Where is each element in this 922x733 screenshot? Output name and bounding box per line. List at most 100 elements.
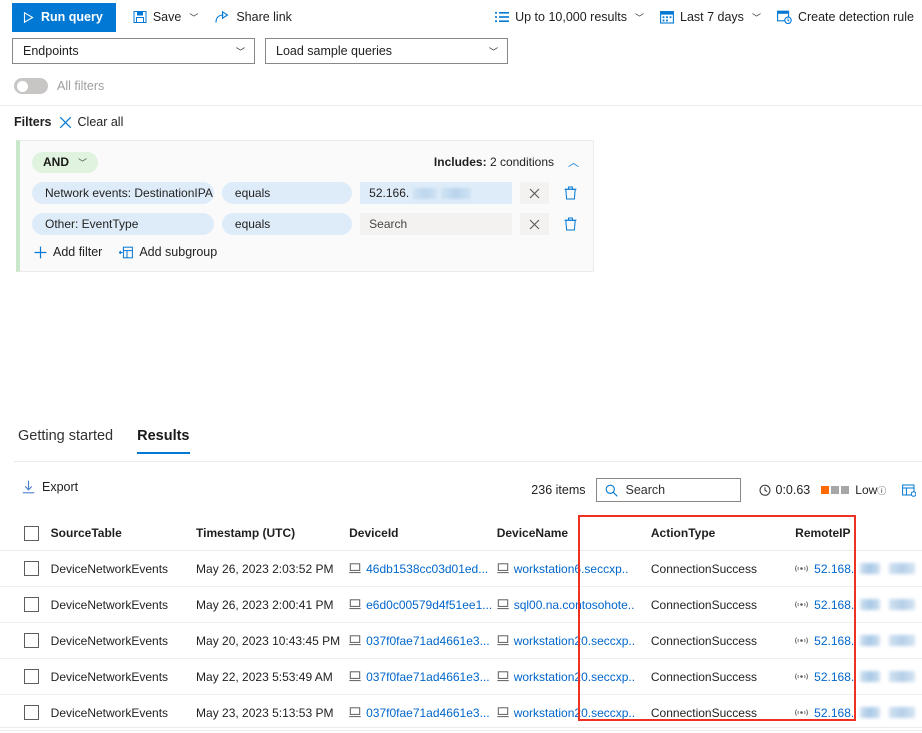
- condition-value-text: 52.166.: [369, 186, 409, 200]
- toolbar-right-group: Up to 10,000 results ﹀ Last 7 days ﹀: [479, 0, 914, 34]
- row-checkbox[interactable]: [24, 597, 39, 612]
- table-row[interactable]: DeviceNetworkEvents May 23, 2023 5:13:53…: [0, 695, 922, 731]
- redacted-ip-block: [860, 707, 880, 718]
- clear-all-label: Clear all: [78, 115, 124, 129]
- device-name-link[interactable]: workstation20.seccxp..: [497, 706, 651, 720]
- condition-field-dropdown[interactable]: Other: EventType: [32, 213, 214, 235]
- share-link-button[interactable]: Share link: [215, 10, 292, 24]
- save-label: Save: [153, 11, 182, 24]
- condition-field-dropdown[interactable]: Network events: DestinationIPA...: [32, 182, 214, 204]
- run-query-button[interactable]: Run query: [12, 3, 116, 32]
- select-all-checkbox[interactable]: [24, 526, 39, 541]
- device-icon: [497, 599, 509, 610]
- add-subgroup-button[interactable]: Add subgroup: [119, 245, 217, 259]
- device-id-link[interactable]: 037f0fae71ad4661e3...: [349, 706, 497, 720]
- filter-condition-row: Network events: DestinationIPA... equals…: [32, 182, 581, 204]
- column-header-deviceid[interactable]: DeviceId: [349, 516, 497, 551]
- chevron-up-icon[interactable]: ︿: [568, 154, 581, 170]
- filter-group-card: AND ﹀ Includes: 2 conditions ︿ Network e…: [16, 140, 594, 272]
- results-search-input[interactable]: Search: [596, 478, 741, 502]
- condition-value-input[interactable]: 52.166.: [360, 182, 512, 204]
- cell-timestamp: May 20, 2023 10:43:45 PM: [196, 623, 349, 659]
- cell-deviceid: 037f0fae71ad4661e3...: [349, 659, 497, 695]
- device-name-text: workstation20.seccxp..: [514, 706, 635, 720]
- row-checkbox[interactable]: [24, 669, 39, 684]
- condition-operator-dropdown[interactable]: equals: [222, 213, 352, 235]
- condition-value-input[interactable]: Search: [360, 213, 512, 235]
- selector-row: Endpoints ﹀ Load sample queries ﹀: [0, 34, 922, 64]
- time-range-label: Last 7 days: [680, 11, 744, 24]
- table-row[interactable]: DeviceNetworkEvents May 26, 2023 2:03:52…: [0, 551, 922, 587]
- column-header-timestamp[interactable]: Timestamp (UTC): [196, 516, 349, 551]
- info-icon[interactable]: ⓘ: [877, 484, 886, 497]
- table-row[interactable]: DeviceNetworkEvents May 20, 2023 10:43:4…: [0, 623, 922, 659]
- clear-condition-button[interactable]: [520, 213, 549, 235]
- sample-queries-value: Load sample queries: [276, 44, 392, 58]
- chevron-down-icon[interactable]: ﹀: [189, 11, 198, 24]
- sample-queries-dropdown[interactable]: Load sample queries ﹀: [265, 38, 508, 64]
- row-checkbox[interactable]: [24, 705, 39, 720]
- clear-condition-button[interactable]: [520, 182, 549, 204]
- save-button[interactable]: Save ﹀: [133, 10, 199, 24]
- device-icon: [497, 563, 509, 574]
- tab-results[interactable]: Results: [137, 428, 189, 454]
- column-header-devicename[interactable]: DeviceName: [497, 516, 651, 551]
- chevron-down-icon[interactable]: ﹀: [635, 11, 644, 24]
- cell-timestamp: May 23, 2023 5:13:53 PM: [196, 695, 349, 731]
- all-filters-toggle[interactable]: [14, 78, 48, 94]
- delete-condition-button[interactable]: [560, 213, 581, 235]
- delete-condition-button[interactable]: [560, 182, 581, 204]
- cell-actiontype: ConnectionSuccess: [651, 623, 795, 659]
- device-id-text: 037f0fae71ad4661e3...: [366, 670, 489, 684]
- redacted-ip-block: [889, 599, 915, 610]
- scope-dropdown[interactable]: Endpoints ﹀: [12, 38, 255, 64]
- remote-ip-link[interactable]: 52.168.: [795, 706, 922, 720]
- device-id-link[interactable]: 037f0fae71ad4661e3...: [349, 670, 497, 684]
- results-limit-button[interactable]: Up to 10,000 results ﹀: [495, 11, 644, 24]
- tab-getting-started[interactable]: Getting started: [18, 428, 113, 454]
- query-duration: 0:0.63: [759, 483, 811, 497]
- table-row[interactable]: DeviceNetworkEvents May 26, 2023 2:00:41…: [0, 587, 922, 623]
- remote-ip-link[interactable]: 52.168.: [795, 670, 922, 684]
- column-header-sourcetable[interactable]: SourceTable: [51, 516, 196, 551]
- condition-operator-dropdown[interactable]: equals: [222, 182, 352, 204]
- row-select-cell: [0, 587, 51, 623]
- logical-operator-label: AND: [43, 155, 69, 169]
- export-button[interactable]: Export: [22, 480, 78, 494]
- device-name-link[interactable]: workstation6.seccxp..: [497, 562, 651, 576]
- columns-icon: [902, 484, 916, 497]
- clear-all-button[interactable]: Clear all: [59, 115, 124, 129]
- column-header-remoteip[interactable]: RemoteIP: [795, 516, 922, 551]
- column-header-actiontype[interactable]: ActionType: [651, 516, 795, 551]
- device-id-link[interactable]: e6d0c00579d4f51ee1...: [349, 598, 497, 612]
- chevron-down-icon[interactable]: ﹀: [752, 11, 761, 24]
- close-icon: [59, 116, 72, 129]
- logical-operator-dropdown[interactable]: AND ﹀: [32, 152, 98, 173]
- network-icon: [795, 564, 808, 573]
- cell-actiontype: ConnectionSuccess: [651, 587, 795, 623]
- chevron-down-icon: ﹀: [78, 156, 87, 169]
- filters-title: Filters: [14, 115, 52, 129]
- table-row[interactable]: DeviceNetworkEvents May 22, 2023 5:53:49…: [0, 659, 922, 695]
- row-select-cell: [0, 659, 51, 695]
- row-checkbox[interactable]: [24, 561, 39, 576]
- time-range-button[interactable]: Last 7 days ﹀: [660, 10, 761, 24]
- device-id-link[interactable]: 46db1538cc03d01ed...: [349, 562, 497, 576]
- create-detection-rule-button[interactable]: Create detection rule: [777, 10, 914, 24]
- device-name-link[interactable]: workstation20.seccxp..: [497, 634, 651, 648]
- row-checkbox[interactable]: [24, 633, 39, 648]
- run-query-label: Run query: [41, 10, 103, 24]
- remote-ip-link[interactable]: 52.168.: [795, 598, 922, 612]
- cell-sourcetable: DeviceNetworkEvents: [51, 695, 196, 731]
- device-name-link[interactable]: sql00.na.contosohote..: [497, 598, 651, 612]
- severity-bar-empty: [831, 486, 839, 494]
- device-name-link[interactable]: workstation20.seccxp..: [497, 670, 651, 684]
- includes-label: Includes:: [434, 155, 487, 169]
- device-id-link[interactable]: 037f0fae71ad4661e3...: [349, 634, 497, 648]
- redacted-value-block: [441, 188, 471, 199]
- add-filter-button[interactable]: Add filter: [34, 245, 102, 259]
- share-icon: [215, 10, 230, 24]
- remote-ip-link[interactable]: 52.168.: [795, 562, 922, 576]
- customize-columns-button[interactable]: Cust: [902, 483, 922, 497]
- remote-ip-link[interactable]: 52.168.: [795, 634, 922, 648]
